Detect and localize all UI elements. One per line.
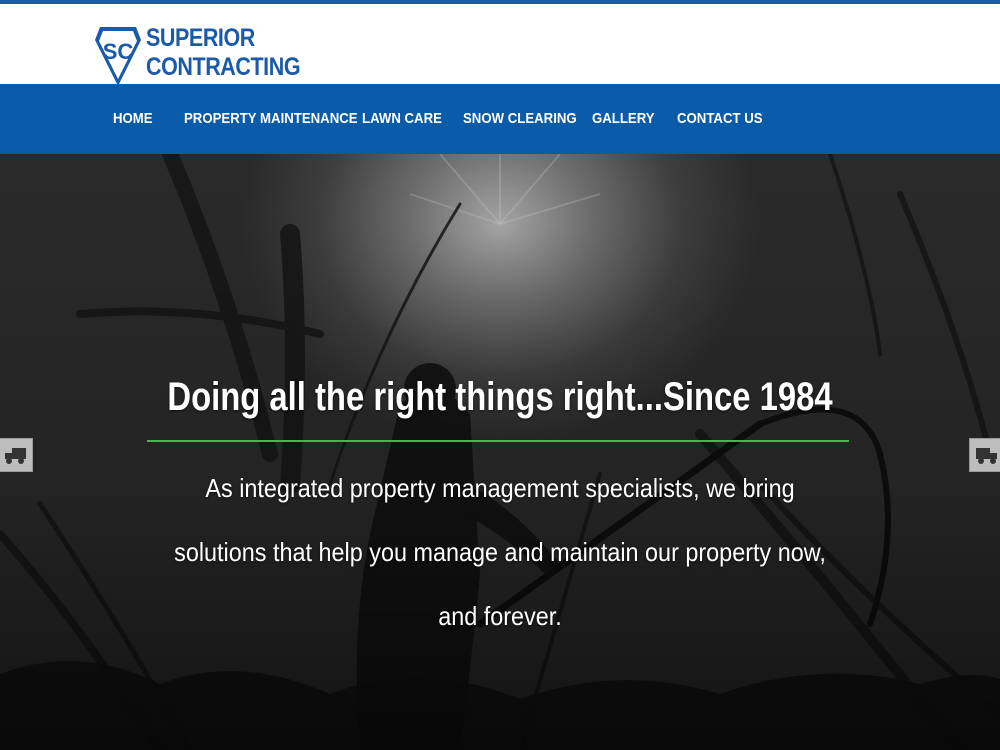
truck-icon [5, 448, 26, 464]
nav-item-gallery[interactable]: GALLERY [592, 84, 655, 154]
main-navigation: HOME PROPERTY MAINTENANCE LAWN CARE SNOW… [0, 84, 1000, 154]
truck-icon [976, 448, 997, 464]
nav-item-home[interactable]: HOME [113, 84, 153, 154]
hero-banner: Doing all the right things right...Since… [0, 154, 1000, 750]
hero-subtitle: As integrated property management specia… [174, 473, 826, 631]
hero-overlay [0, 154, 1000, 750]
nav-item-property-maintenance[interactable]: PROPERTY MAINTENANCE [184, 84, 358, 154]
nav-item-lawn-care[interactable]: LAWN CARE [362, 84, 442, 154]
hero-divider [147, 440, 849, 442]
logo-line-2: CONTRACTING [146, 53, 301, 81]
logo-emblem-icon: SC [95, 27, 141, 86]
slider-prev-button[interactable] [0, 438, 33, 472]
nav-item-contact-us[interactable]: CONTACT US [677, 84, 763, 154]
slider-next-button[interactable] [969, 438, 1000, 472]
logo-line-1: SUPERIOR [146, 24, 255, 52]
hero-heading: Doing all the right things right...Since… [167, 375, 833, 419]
logo-monogram: SC [103, 39, 134, 64]
site-logo[interactable]: SC SUPERIOR CONTRACTING [94, 24, 309, 88]
logo-wordmark: SUPERIOR CONTRACTING [146, 24, 301, 82]
nav-item-snow-clearing[interactable]: SNOW CLEARING [463, 84, 577, 154]
site-header: SC SUPERIOR CONTRACTING [0, 4, 1000, 86]
